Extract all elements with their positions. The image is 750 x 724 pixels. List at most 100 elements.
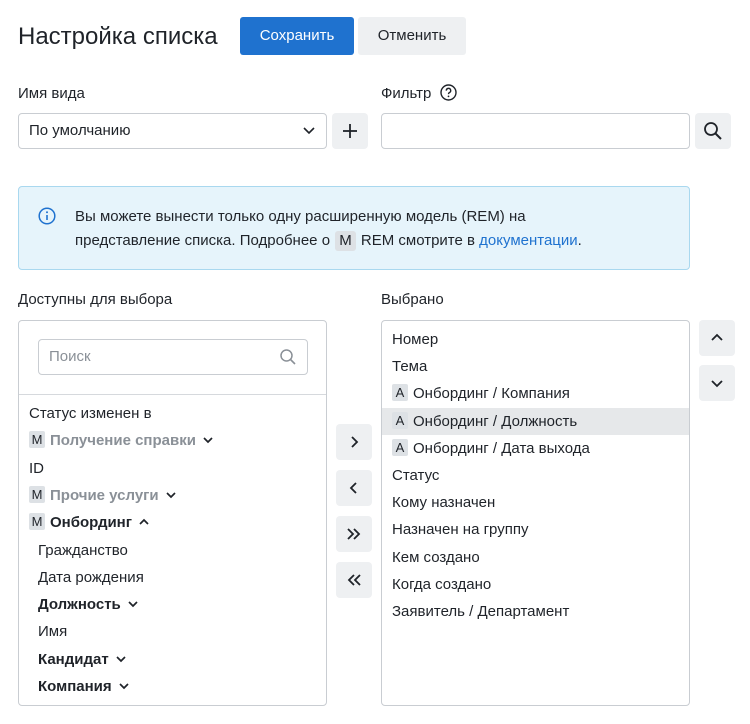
list-item-label: Дата рождения — [38, 568, 144, 586]
list-item[interactable]: Кем создано — [382, 544, 689, 571]
filter-search-button[interactable] — [695, 113, 731, 149]
info-line2-prefix: представление списка. Подробнее о — [75, 232, 331, 249]
list-item-label: Имя — [38, 623, 68, 641]
move-up-button[interactable] — [699, 320, 735, 356]
list-item[interactable]: M Прочие услуги — [19, 482, 326, 509]
list-item-label: Номер — [392, 331, 439, 348]
attribute-tag: A — [392, 384, 408, 402]
list-item[interactable]: Дата рождения — [19, 564, 326, 591]
list-item[interactable]: Должность — [19, 591, 326, 618]
list-item[interactable]: Статус — [382, 462, 689, 489]
chevron-left-icon — [349, 482, 357, 494]
info-text: Вы можете вынести только одну расширенну… — [75, 205, 675, 253]
chevron-down-icon — [711, 380, 723, 388]
list-item-label: Онбординг — [50, 514, 132, 532]
list-item[interactable]: A Онбординг / Дата выхода — [382, 435, 689, 462]
list-item[interactable]: M Получение справки — [19, 427, 326, 454]
available-list[interactable]: Поиск Статус изменен в M Получение справки… — [18, 320, 327, 706]
list-item-label: Кандидат — [38, 650, 109, 668]
model-tag: M — [29, 431, 45, 449]
move-down-button[interactable] — [699, 365, 735, 401]
plus-icon — [343, 124, 357, 138]
list-item-label: Заявитель / Департамент — [392, 603, 570, 620]
list-item-label: Статус — [392, 467, 440, 484]
list-item[interactable]: A Онбординг / Компания — [382, 380, 689, 407]
chevron-down-icon — [303, 127, 315, 135]
search-icon — [280, 349, 296, 365]
selected-label: Выбрано — [381, 291, 444, 308]
move-right-button[interactable] — [336, 424, 372, 460]
chevron-right-icon — [351, 436, 359, 448]
model-tag: M — [29, 485, 45, 503]
info-icon — [38, 207, 56, 225]
list-item[interactable]: Кому назначен — [382, 489, 689, 516]
list-item-label: Кому назначен — [392, 494, 496, 512]
list-item-label: Когда создано — [392, 575, 492, 593]
list-item[interactable]: Назначен на группу — [382, 516, 689, 543]
available-search-input[interactable]: Поиск — [38, 339, 308, 375]
list-item-label: ID — [29, 459, 44, 477]
chevron-up-icon — [711, 333, 723, 341]
filter-label: Фильтр — [381, 84, 457, 104]
list-item[interactable]: Номер — [382, 326, 689, 353]
list-item-label: Должность — [38, 596, 121, 614]
list-item-label: Прочие услуги — [50, 486, 159, 504]
chevron-up-icon[interactable] — [138, 516, 150, 528]
list-item[interactable]: ID — [19, 455, 326, 482]
info-line1: Вы можете вынести только одну расширенну… — [75, 208, 526, 225]
available-label: Доступны для выбора — [18, 291, 173, 308]
attribute-tag: A — [392, 438, 408, 456]
list-item-label: Онбординг / Дата выхода — [413, 439, 590, 457]
move-left-button[interactable] — [336, 470, 372, 506]
view-name-label: Имя вида — [18, 85, 85, 102]
move-all-right-button[interactable] — [336, 516, 372, 552]
list-item-label: Статус изменен в — [29, 405, 152, 422]
attribute-tag: A — [392, 411, 408, 429]
list-item[interactable]: Заявитель / Департамент — [382, 598, 689, 625]
move-all-left-button[interactable] — [336, 562, 372, 598]
list-item-label: Кем создано — [392, 548, 480, 566]
chevron-down-icon[interactable] — [115, 653, 127, 665]
list-item[interactable]: Имя — [19, 618, 326, 645]
model-tag: M — [29, 513, 45, 531]
list-item-label: Компания — [38, 678, 112, 695]
info-end: . — [577, 232, 582, 249]
info-line2-suffix: REM смотрите в — [360, 232, 475, 249]
list-item-label: Назначен на группу — [392, 521, 529, 539]
documentation-link[interactable]: документации — [479, 232, 578, 249]
view-name-select[interactable]: По умолчанию — [18, 113, 327, 149]
list-item[interactable]: Когда создано — [382, 571, 689, 598]
chevron-down-icon[interactable] — [165, 489, 177, 501]
list-item-label: Получение справки — [50, 432, 196, 450]
model-badge: M — [335, 231, 356, 251]
list-item-label: Онбординг / Компания — [413, 385, 570, 403]
help-icon[interactable] — [439, 84, 457, 101]
cancel-button[interactable]: Отменить — [358, 17, 466, 55]
double-chevron-left-icon — [347, 574, 361, 586]
page-title: Настройка списка — [18, 23, 218, 50]
add-view-button[interactable] — [332, 113, 368, 149]
view-name-value: По умолчанию — [29, 122, 131, 139]
list-item[interactable]: Статус изменен в — [19, 400, 326, 427]
list-item[interactable]: M Онбординг — [19, 509, 326, 536]
filter-label-text: Фильтр — [381, 85, 432, 102]
list-divider — [19, 394, 326, 395]
available-search-placeholder: Поиск — [49, 348, 91, 365]
list-item-label: Онбординг / Должность — [413, 412, 578, 430]
filter-input[interactable] — [381, 113, 690, 149]
save-button[interactable]: Сохранить — [240, 17, 354, 55]
list-item-label: Гражданство — [38, 541, 128, 559]
chevron-down-icon[interactable] — [118, 680, 130, 692]
chevron-down-icon[interactable] — [127, 598, 139, 610]
info-notice: Вы можете вынести только одну расширенну… — [18, 186, 690, 270]
list-item[interactable]: Тема — [382, 353, 689, 380]
list-item-label: Тема — [392, 358, 428, 376]
list-item[interactable]: A Онбординг / Должность — [382, 407, 689, 435]
selected-list[interactable]: Номер Тема A Онбординг / Компания A Онбординг… — [381, 320, 690, 706]
list-item[interactable]: Компания — [19, 673, 326, 700]
list-item[interactable]: Кандидат — [19, 646, 326, 673]
double-chevron-right-icon — [347, 528, 361, 540]
chevron-down-icon[interactable] — [202, 434, 214, 446]
search-icon — [704, 122, 722, 140]
list-item[interactable]: Гражданство — [19, 537, 326, 564]
